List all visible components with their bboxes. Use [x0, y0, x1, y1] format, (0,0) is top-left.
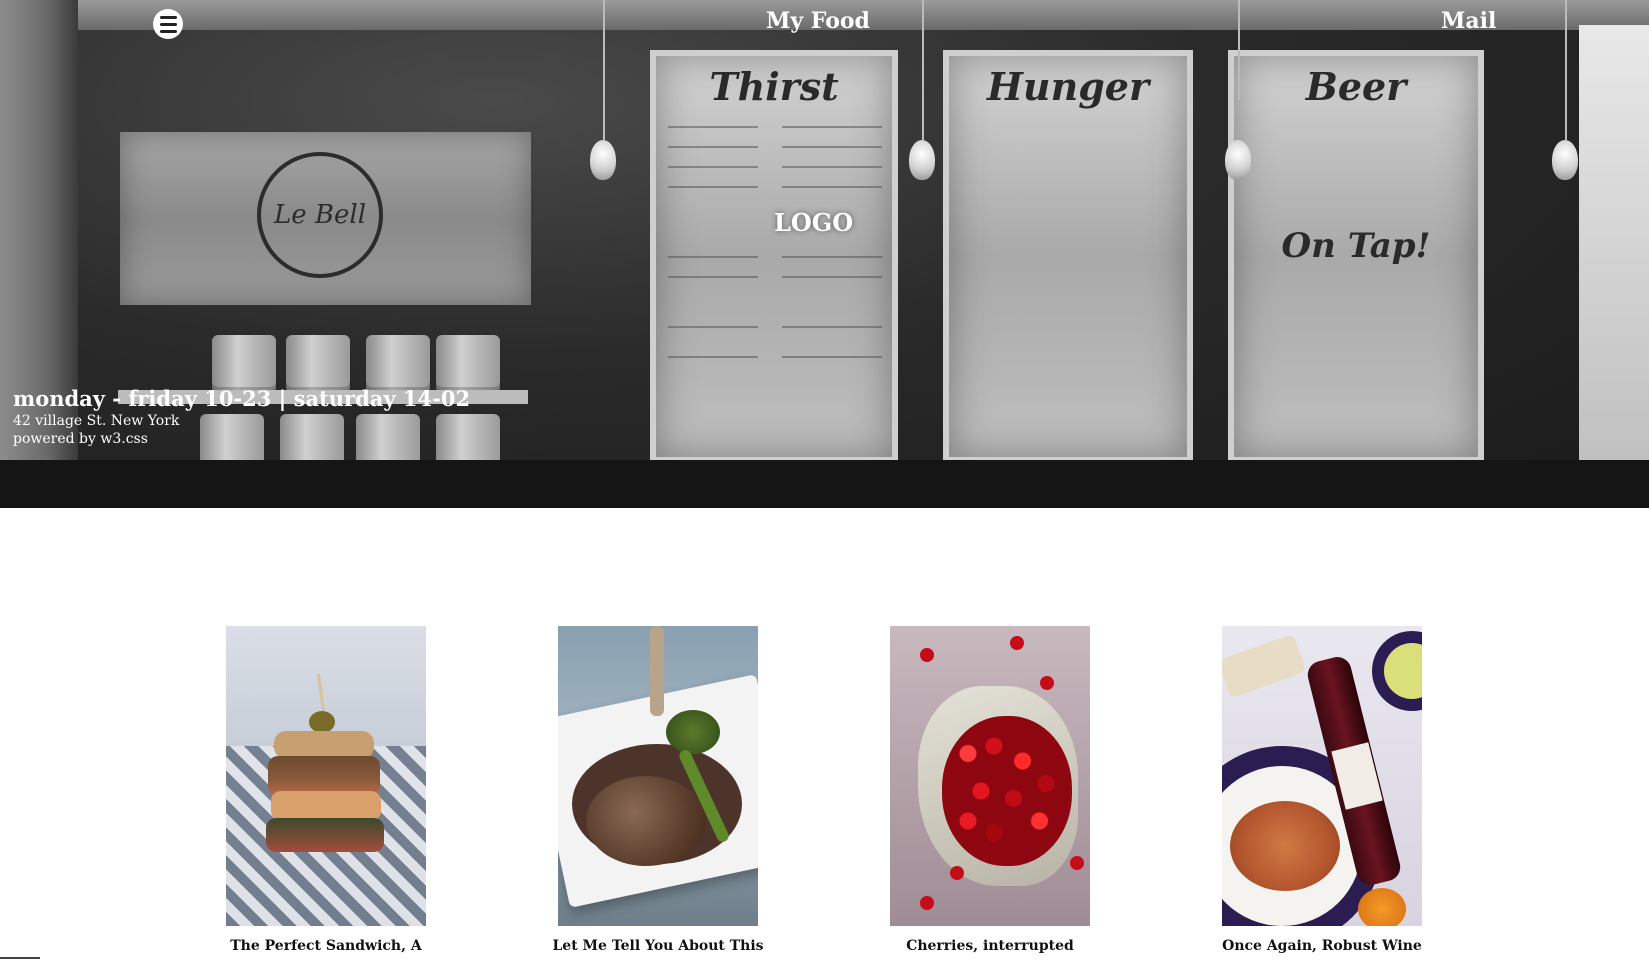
cafe-seal-logo: Le Bell — [257, 152, 383, 278]
hero-banner: Le Bell Thirst Hunger Beer On Tap! My Fo… — [0, 0, 1649, 508]
lamp-cord — [1565, 0, 1567, 140]
address: 42 village St. New York — [13, 413, 180, 429]
food-card[interactable]: Once Again, Robust Wine — [1222, 626, 1422, 954]
divider — [0, 957, 40, 959]
hero-counter — [0, 460, 1649, 508]
food-card[interactable]: Let Me Tell You About This — [552, 626, 764, 954]
canister — [212, 335, 276, 393]
board-title: Hunger — [987, 64, 1149, 109]
card-title[interactable]: Once Again, Robust Wine — [1182, 938, 1462, 954]
menu-board-hunger: Hunger — [943, 50, 1193, 463]
menu-board-beer: Beer On Tap! — [1228, 50, 1484, 463]
lamp-bulb — [909, 140, 935, 180]
menu-board-thirst: Thirst — [650, 50, 898, 463]
card-title[interactable]: Cherries, interrupted — [850, 938, 1130, 954]
logo-text: LOGO — [774, 208, 854, 237]
canister — [436, 335, 500, 393]
board-subtitle: On Tap! — [1281, 226, 1431, 266]
card-title[interactable]: The Perfect Sandwich, A — [186, 938, 466, 954]
lamp-cord — [603, 0, 605, 140]
hero-info: monday - friday 10-23 | saturday 14-02 4… — [13, 386, 470, 448]
lamp-bulb — [590, 140, 616, 180]
opening-hours: monday - friday 10-23 | saturday 14-02 — [13, 386, 471, 411]
hero-window-right — [1579, 25, 1649, 495]
lamp-bulb — [1225, 140, 1251, 180]
cafe-wall-sign: Le Bell — [120, 132, 531, 305]
lamp-cord — [922, 0, 924, 140]
hamburger-icon[interactable] — [153, 9, 183, 39]
brand-title[interactable]: My Food — [766, 8, 870, 34]
lamp-cord — [1238, 0, 1240, 100]
card-photo-sandwich[interactable] — [226, 626, 426, 926]
canister — [366, 335, 430, 393]
card-title[interactable]: Let Me Tell You About This — [518, 938, 798, 954]
card-photo-steak[interactable] — [558, 626, 758, 926]
mail-link[interactable]: Mail — [1441, 8, 1496, 34]
powered-by: powered by w3.css — [13, 431, 148, 447]
card-photo-wine[interactable] — [1222, 626, 1422, 926]
food-card[interactable]: Cherries, interrupted — [890, 626, 1090, 954]
lamp-bulb — [1552, 140, 1578, 180]
canister — [286, 335, 350, 393]
board-title: Thirst — [709, 64, 839, 109]
food-card[interactable]: The Perfect Sandwich, A — [226, 626, 426, 954]
card-photo-cherries[interactable] — [890, 626, 1090, 926]
board-title: Beer — [1305, 64, 1407, 109]
